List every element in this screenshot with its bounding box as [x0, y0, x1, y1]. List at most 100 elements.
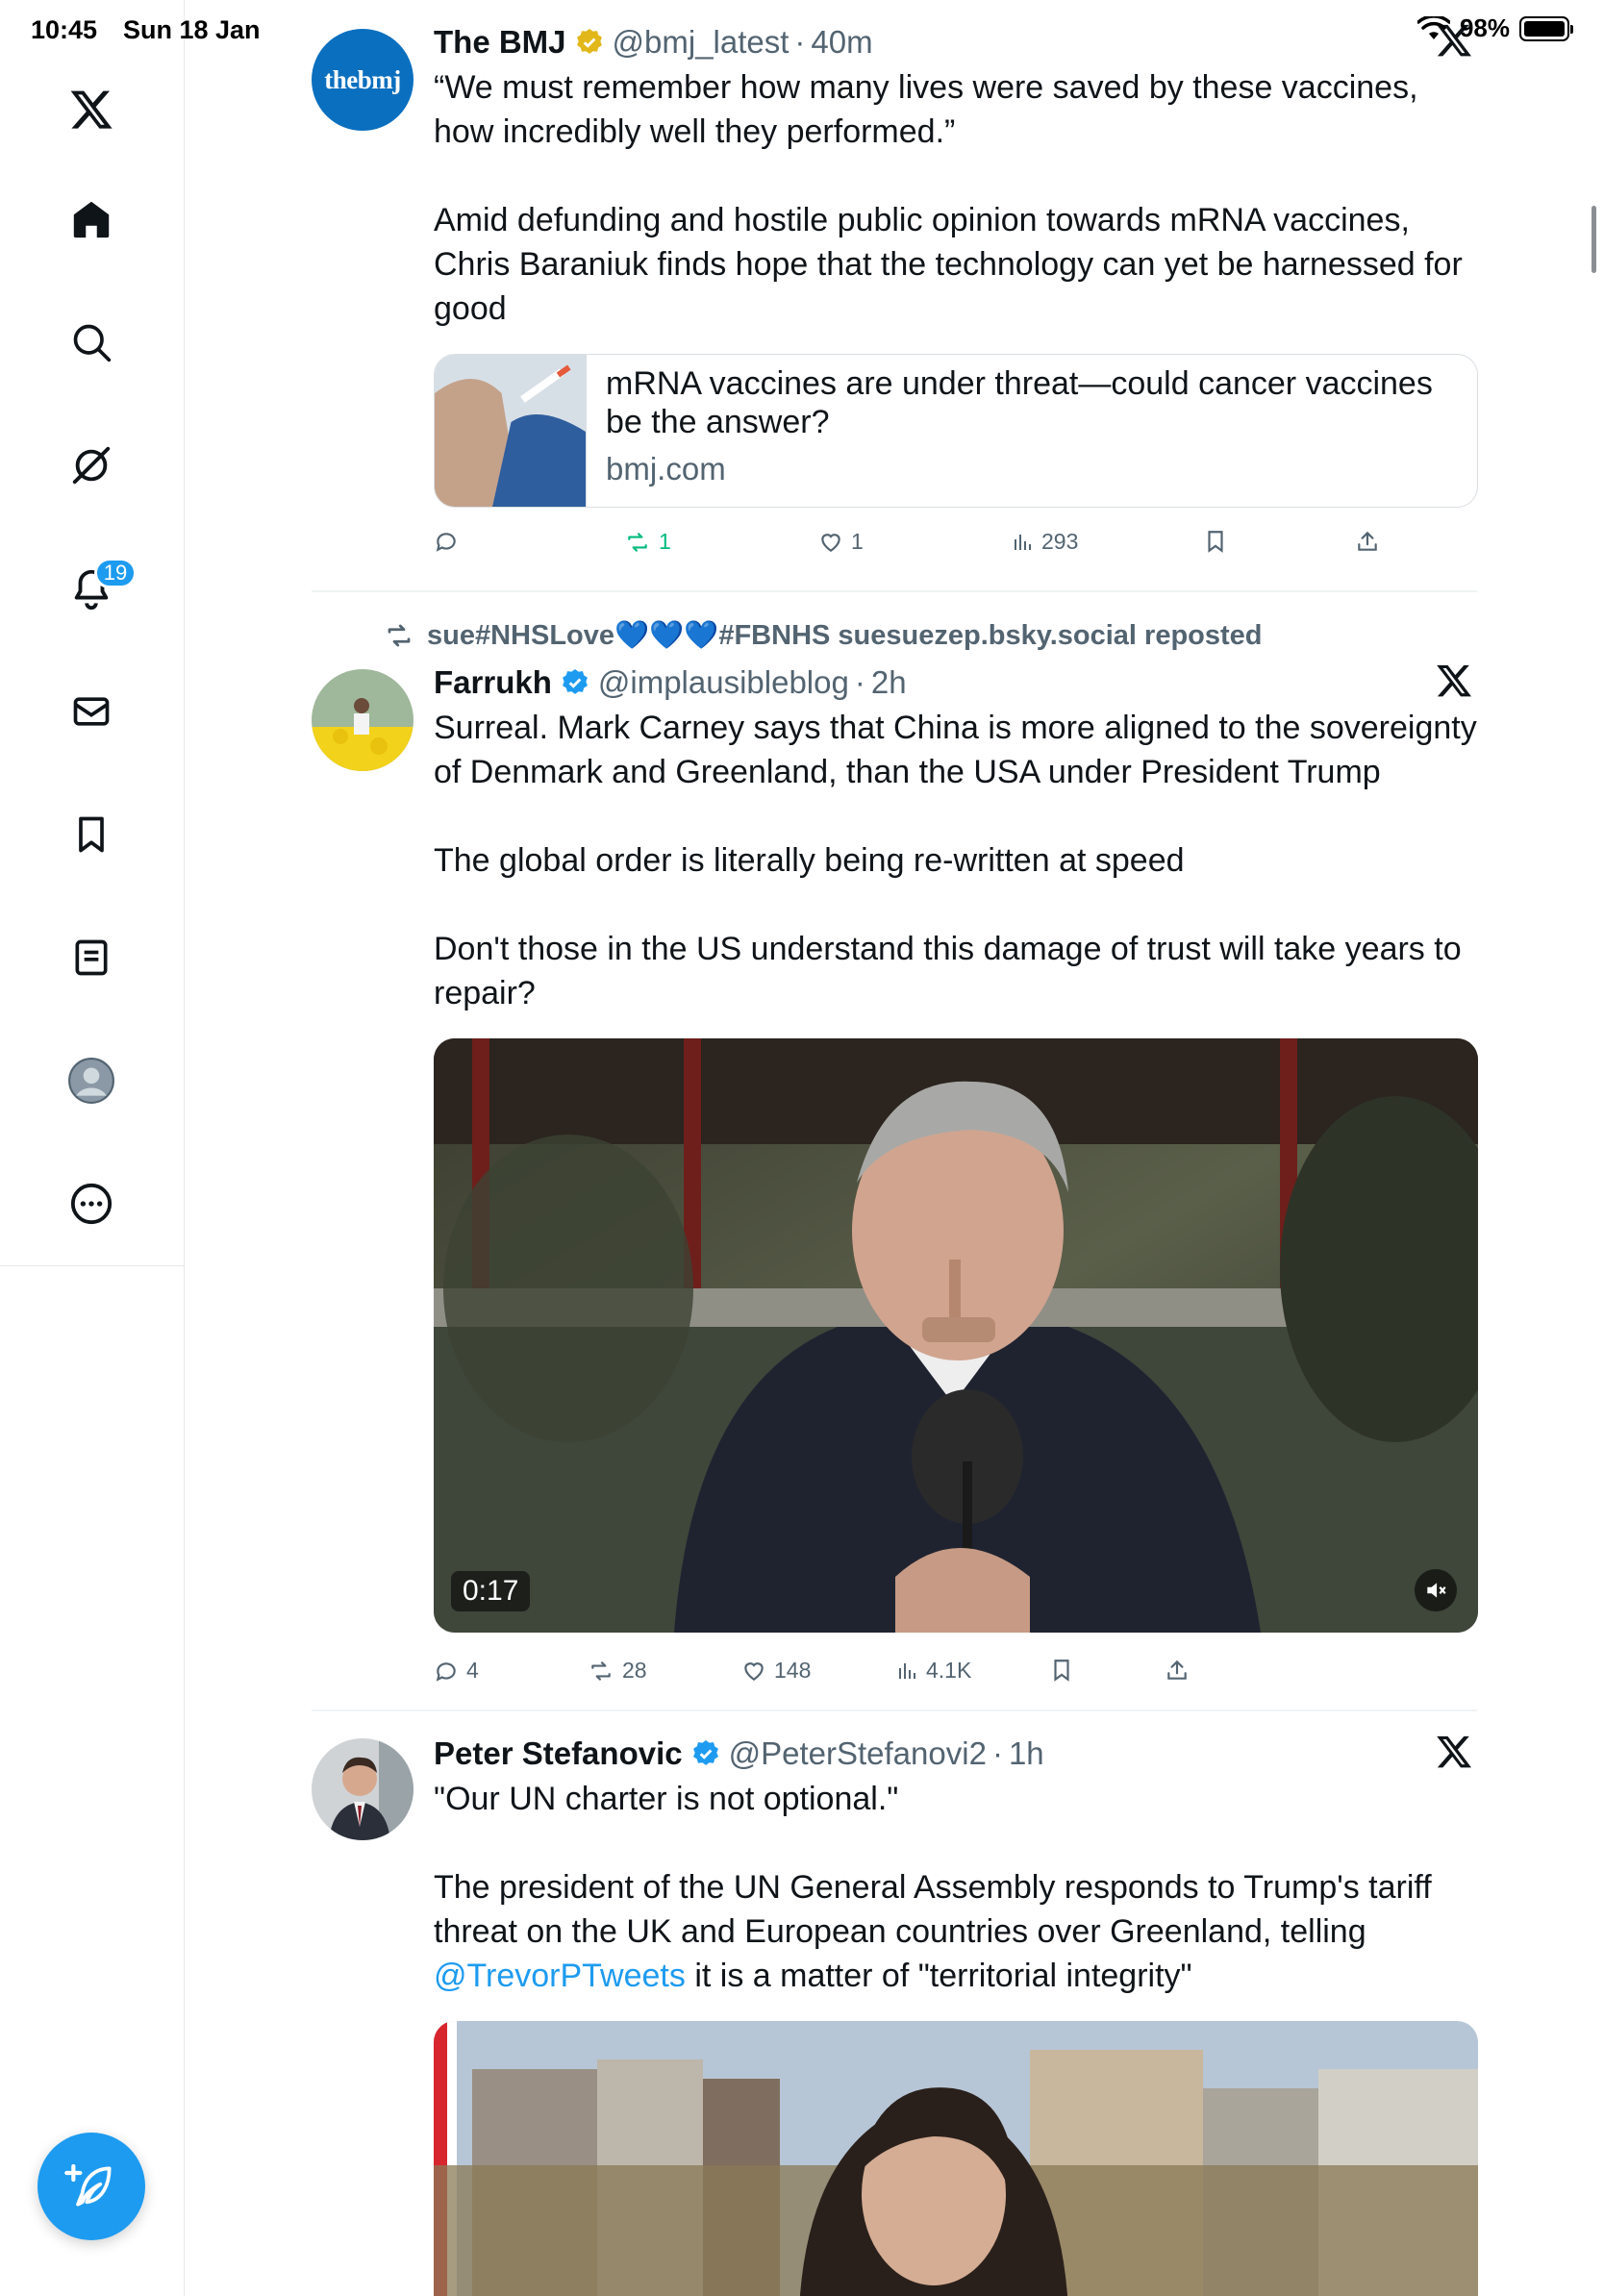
tweet-text-para: Don't those in the US understand this da…	[434, 931, 1471, 1011]
repost-button[interactable]: 1	[624, 529, 671, 555]
tweet-actions: 1 1 293	[434, 529, 1395, 567]
x-logo-icon[interactable]	[1435, 1733, 1473, 1771]
tweet-divider	[312, 1710, 1477, 1711]
mention-link[interactable]: @TrevorPTweets	[434, 1958, 686, 1994]
author-name[interactable]: Peter Stefanovic	[434, 1735, 683, 1772]
image-media[interactable]	[434, 2021, 1478, 2296]
link-card[interactable]: mRNA vaccines are under threat—could can…	[434, 354, 1478, 508]
like-button[interactable]: 148	[741, 1658, 811, 1684]
author-handle[interactable]: @PeterStefanovi2	[729, 1735, 987, 1772]
views-button[interactable]: 293	[1011, 529, 1078, 555]
search-icon[interactable]	[64, 315, 118, 369]
views-chart-icon	[1015, 534, 1031, 550]
link-domain: bmj.com	[606, 451, 726, 487]
tweet-header: Farrukh @implausibleblog · 2h	[434, 664, 907, 701]
image-frame	[434, 2021, 1478, 2296]
bookmark-button[interactable]	[1049, 1658, 1074, 1683]
tweet-text-para: The president of the UN General Assembly…	[434, 1865, 1477, 1998]
tweet-actions: 4 28 148 4.1K	[434, 1658, 1395, 1696]
tweet-divider	[312, 590, 1477, 592]
lists-icon[interactable]	[64, 931, 118, 985]
messages-icon[interactable]	[64, 685, 118, 738]
tweet-text-para: Surreal. Mark Carney says that China is …	[434, 710, 1487, 790]
grok-icon[interactable]	[64, 438, 118, 492]
share-button[interactable]	[1165, 1658, 1190, 1683]
tweet-text-para: Amid defunding and hostile public opinio…	[434, 202, 1472, 327]
tweet-text: “We must remember how many lives were sa…	[434, 65, 1477, 331]
tweet-peter-stefanovic[interactable]: Peter Stefanovic @PeterStefanovi2 · 1h "…	[312, 1733, 1478, 2296]
views-button[interactable]: 4.1K	[895, 1658, 971, 1684]
compose-button[interactable]	[38, 2133, 145, 2240]
repost-attribution-text: sue#NHSLove💙💙💙#FBNHS suesuezep.bsky.soci…	[427, 620, 1263, 651]
link-thumbnail	[435, 355, 587, 507]
tweet-text-para: "Our UN charter is not optional."	[434, 1781, 899, 1817]
avatar-farrukh[interactable]	[312, 669, 414, 771]
repost-icon	[591, 1660, 611, 1681]
sidebar: 19	[0, 0, 185, 2296]
author-handle[interactable]: @implausibleblog	[598, 664, 849, 701]
verified-blue-badge-icon	[562, 669, 588, 694]
like-count: 1	[851, 529, 864, 554]
tweet-time[interactable]: 1h	[1009, 1735, 1044, 1772]
home-icon[interactable]	[64, 192, 118, 246]
avatar-bmj-text: thebmj	[324, 64, 401, 94]
share-icon	[1167, 1660, 1187, 1680]
tweet-text-segment: The president of the UN General Assembly…	[434, 1869, 1441, 1950]
views-count: 293	[1041, 529, 1079, 554]
wifi-icon	[1416, 15, 1450, 39]
reply-icon	[436, 1661, 456, 1682]
status-right: 98%	[1416, 13, 1573, 43]
bookmarks-icon[interactable]	[64, 808, 118, 861]
heart-icon	[821, 533, 840, 552]
compose-feather-icon	[64, 2163, 112, 2207]
video-player[interactable]: 0:17	[434, 1038, 1478, 1633]
video-duration: 0:17	[451, 1571, 531, 1611]
tweet-time[interactable]: 2h	[871, 664, 907, 701]
repost-count: 1	[659, 529, 671, 554]
link-title: mRNA vaccines are under threat—could can…	[606, 365, 1433, 440]
repost-count: 28	[622, 1658, 647, 1683]
tweet-text: "Our UN charter is not optional." The pr…	[434, 1777, 1477, 1998]
tweet-text-segment: it is a matter of "territorial integrity…	[685, 1958, 1192, 1994]
author-name[interactable]: Farrukh	[434, 664, 552, 701]
status-date: Sun 18 Jan	[123, 15, 261, 44]
tweet-text-para: The global order is literally being re-w…	[434, 842, 1185, 879]
reply-count: 4	[466, 1658, 479, 1683]
share-icon	[1358, 531, 1377, 551]
repost-icon	[388, 624, 411, 647]
bookmark-icon	[1208, 531, 1223, 553]
mute-button[interactable]	[1415, 1569, 1457, 1611]
x-logo-icon[interactable]	[64, 83, 118, 137]
bookmark-icon	[1054, 1660, 1069, 1682]
verified-blue-badge-icon	[692, 1740, 718, 1765]
more-icon[interactable]	[64, 1177, 118, 1231]
tweet-text-para: “We must remember how many lives were sa…	[434, 69, 1427, 150]
battery-percent: 98%	[1459, 13, 1510, 42]
status-bar: 10:45 Sun 18 Jan 98%	[0, 0, 1604, 58]
speaker-muted-icon	[1427, 1583, 1446, 1598]
tweet-bmj[interactable]: thebmj The BMJ @bmj_latest · 40m “We mus…	[312, 21, 1478, 598]
avatar-peter-stefanovic[interactable]	[312, 1738, 414, 1840]
tweet-header: Peter Stefanovic @PeterStefanovi2 · 1h	[434, 1735, 1044, 1772]
repost-attribution[interactable]: sue#NHSLove💙💙💙#FBNHS suesuezep.bsky.soci…	[383, 619, 1263, 652]
profile-avatar-icon[interactable]	[64, 1054, 118, 1108]
views-count: 4.1K	[926, 1658, 972, 1683]
repost-icon	[628, 532, 647, 552]
like-count: 148	[774, 1658, 812, 1683]
reply-icon	[436, 533, 456, 552]
like-button[interactable]: 1	[818, 529, 864, 555]
notifications-badge: 19	[94, 558, 137, 588]
status-time: 10:45	[31, 15, 98, 44]
scroll-indicator[interactable]	[1591, 206, 1596, 273]
tweet-farrukh[interactable]: Farrukh @implausibleblog · 2h Surreal. M…	[312, 661, 1487, 1700]
share-button[interactable]	[1355, 529, 1380, 554]
video-frame	[434, 1038, 1478, 1633]
repost-button[interactable]: 28	[588, 1658, 647, 1684]
bookmark-button[interactable]	[1203, 529, 1228, 554]
reply-button[interactable]	[434, 529, 466, 554]
sidebar-divider	[0, 1265, 185, 1266]
x-logo-icon[interactable]	[1435, 661, 1473, 700]
views-chart-icon	[899, 1662, 915, 1679]
reply-button[interactable]: 4	[434, 1658, 479, 1684]
battery-icon	[1519, 15, 1573, 41]
